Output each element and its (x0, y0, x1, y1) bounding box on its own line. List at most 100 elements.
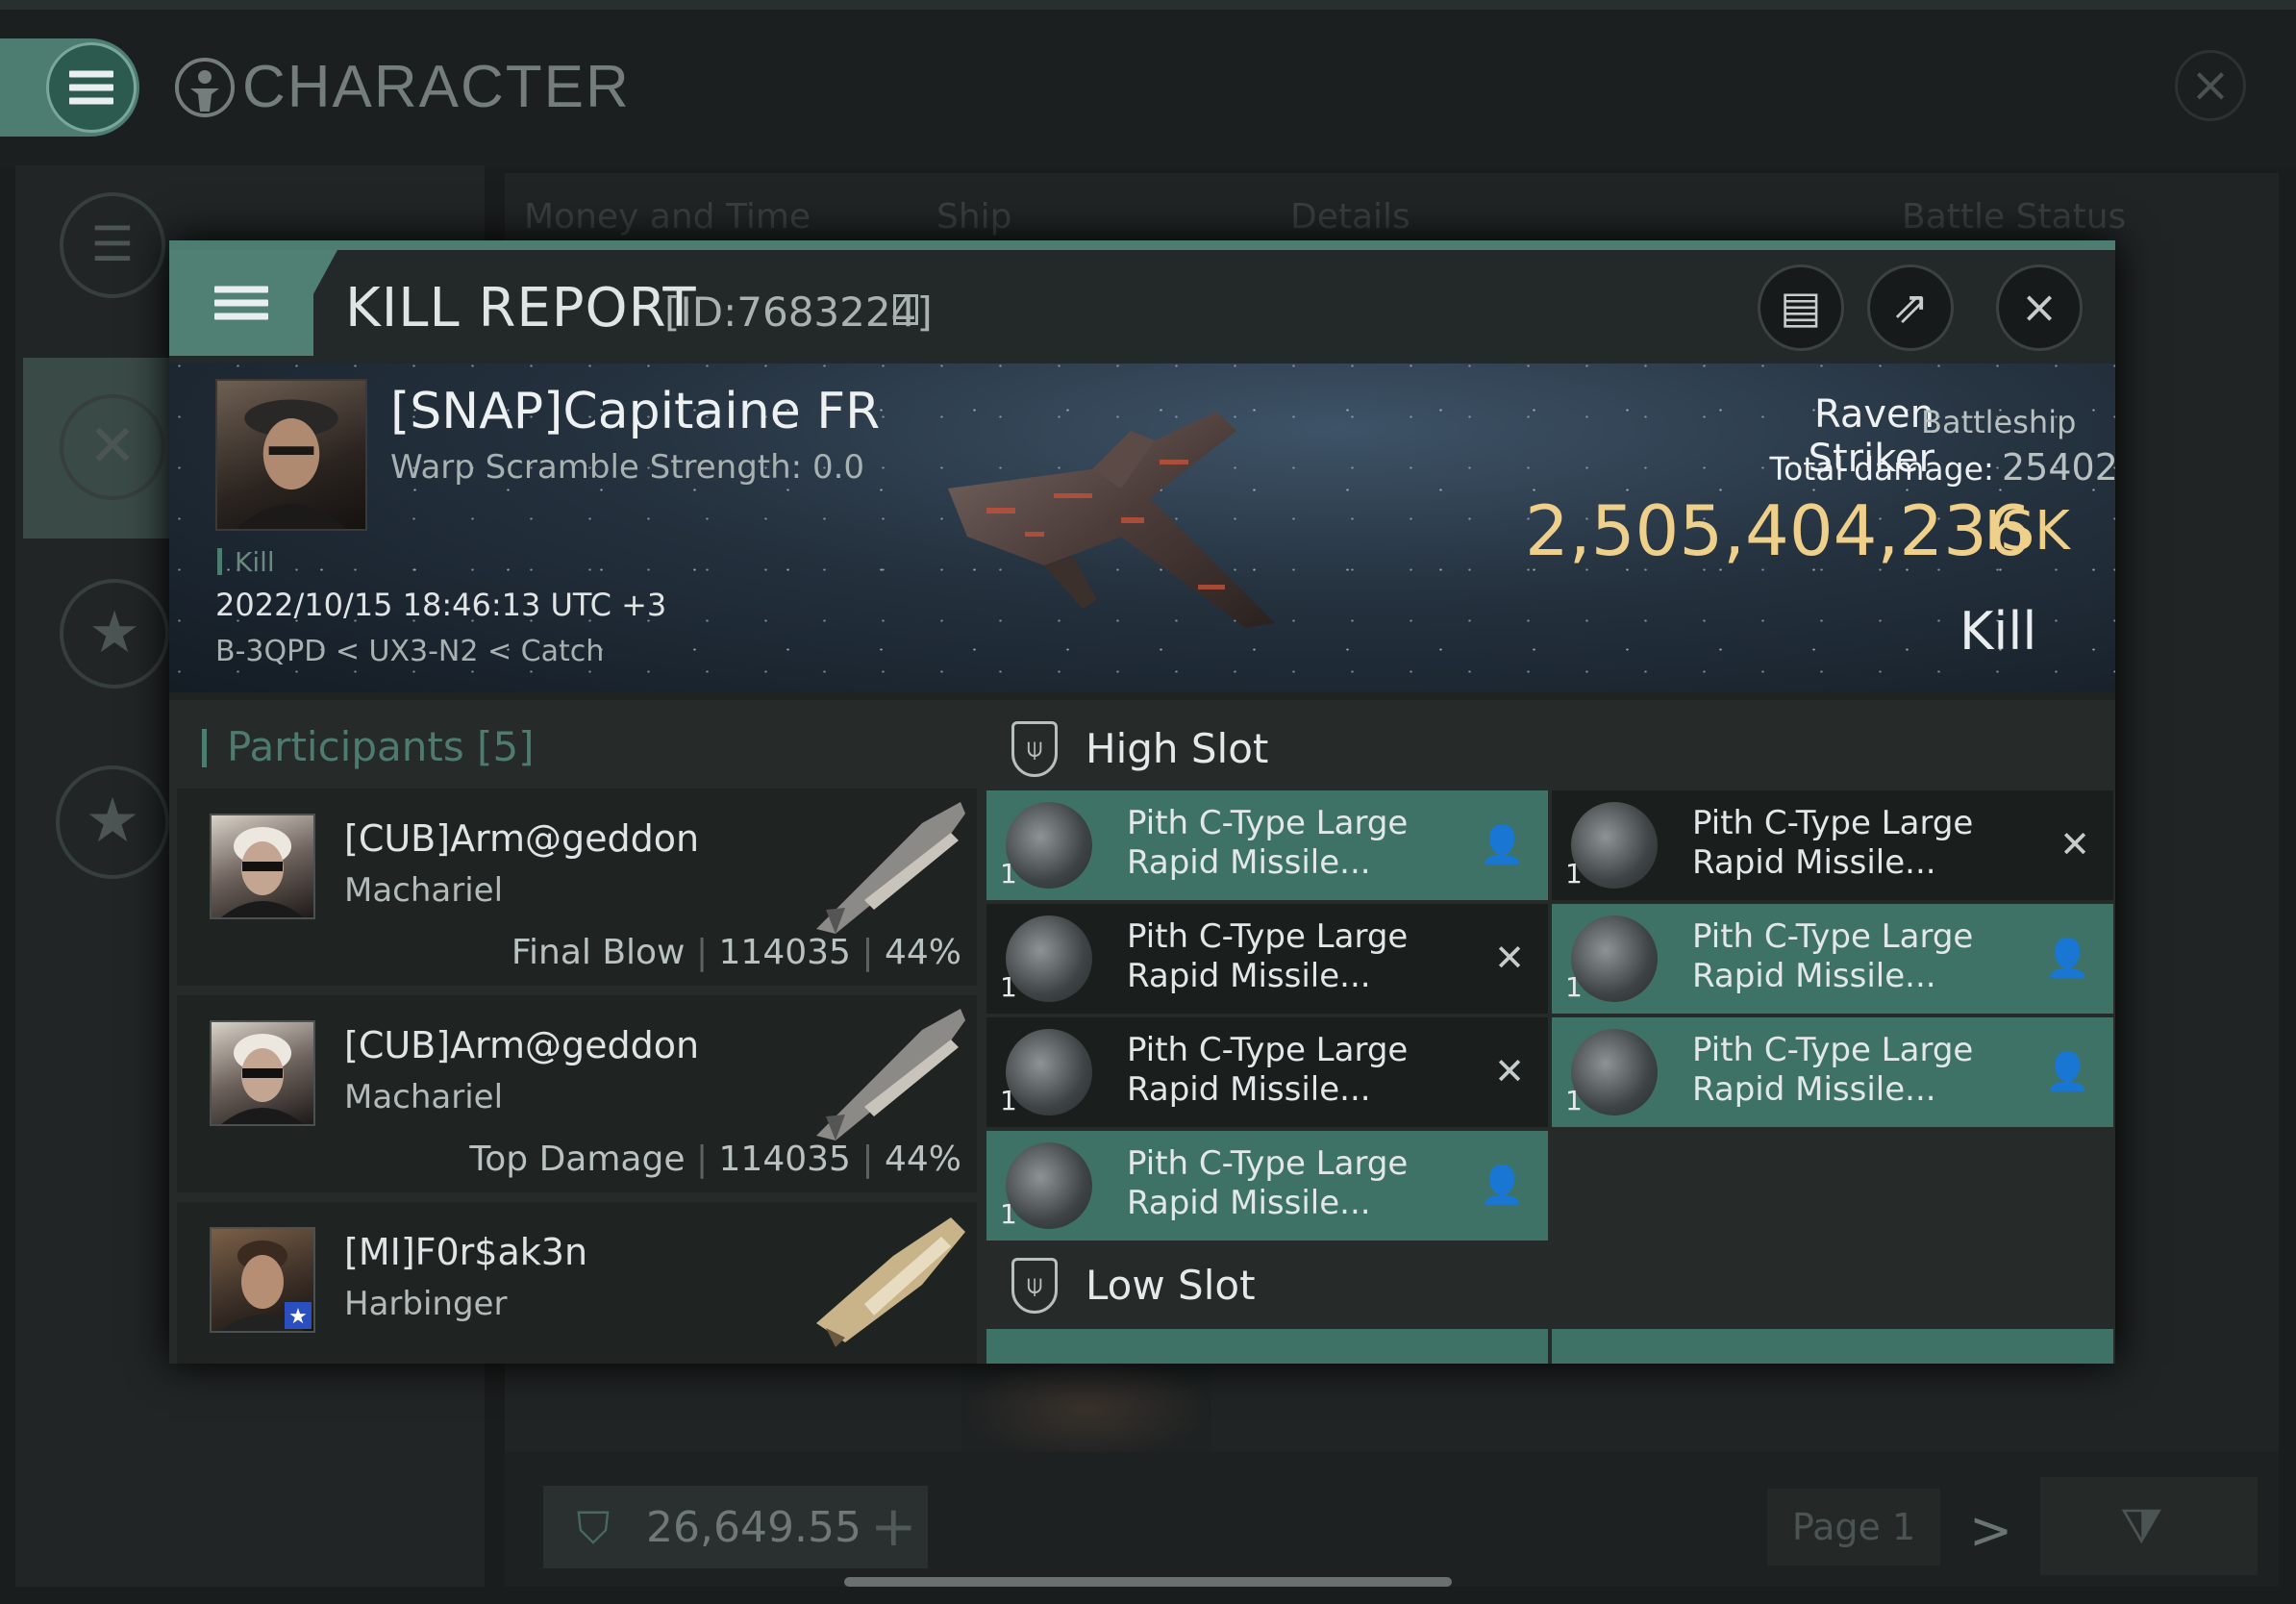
clipboard-icon: ▤ (1780, 281, 1822, 333)
participant-ship-image (816, 1217, 965, 1347)
module-name: Pith C-Type Large Rapid Missile... (1127, 1031, 1409, 1109)
participant-name: [MI]F0r$ak3n (344, 1231, 588, 1273)
isk-value: 2,505,404,236 (1525, 490, 2032, 571)
participants-title: Participants [5] (227, 723, 535, 770)
warp-scramble-strength: Warp Scramble Strength: 0.0 (390, 448, 865, 487)
participant-avatar: ★ (210, 1227, 315, 1333)
participant-ship-image (816, 1009, 965, 1140)
module-name: Pith C-Type Large Rapid Missile... (1127, 804, 1409, 882)
missile-launcher-icon (1006, 1142, 1092, 1229)
page-indicator: Page 1 (1767, 1489, 1940, 1566)
high-slot-label: High Slot (1086, 725, 1269, 772)
module-quantity: 1 (1000, 1198, 1017, 1230)
tab-ship[interactable]: Ship (936, 197, 1012, 237)
module-quantity: 1 (1565, 1085, 1583, 1116)
kill-report-id: [ID:7683224] (664, 288, 933, 336)
clipboard-button[interactable]: ▤ (1758, 264, 1844, 351)
top-strip (0, 0, 2296, 10)
main-menu-button[interactable] (46, 42, 137, 133)
module-quantity: 1 (1000, 971, 1017, 1003)
module-item[interactable]: 1 Pith C-Type Large Rapid Missile... 👤 (986, 790, 1548, 900)
person-icon: 👤 (1479, 1164, 1525, 1206)
star-wreath-icon[interactable]: ★ (56, 765, 169, 879)
page-title: CHARACTER (242, 54, 631, 120)
tab-money-and-time[interactable]: Money and Time (524, 197, 811, 237)
participants-title-bar (202, 729, 207, 767)
star-badge-icon[interactable]: ★ (60, 579, 169, 689)
participant-stats: Top Damage | 114035 | 44% (469, 1140, 961, 1179)
wallet-amount: 26,649.55 (646, 1503, 861, 1552)
x-icon: ✕ (2059, 823, 2090, 865)
copy-id-icon[interactable] (893, 294, 918, 325)
isk-unit: ISK (1984, 500, 2070, 563)
close-icon[interactable]: × (2175, 50, 2246, 121)
participant-damage: 114035 (718, 933, 851, 972)
module-quantity: 1 (1565, 971, 1583, 1003)
participant-role: Final Blow (511, 933, 686, 972)
participant-row[interactable]: ★ [MI]F0r$ak3n Harbinger (177, 1202, 977, 1364)
close-icon: × (2020, 281, 2059, 333)
module-name: Pith C-Type Large Rapid Missile... (1692, 1031, 1974, 1109)
module-item[interactable] (986, 1329, 1548, 1364)
module-name: Pith C-Type Large Rapid Missile... (1692, 917, 1974, 995)
list-icon[interactable]: ☰ (60, 192, 165, 298)
horizontal-scrollbar[interactable] (844, 1577, 1452, 1587)
module-quantity: 1 (1565, 858, 1583, 890)
low-slot-label: Low Slot (1086, 1262, 1256, 1309)
module-item[interactable]: 1 Pith C-Type Large Rapid Missile... ✕ (986, 1017, 1548, 1127)
hamburger-icon (69, 64, 113, 112)
kill-status: Kill (1959, 601, 2037, 662)
person-icon: 👤 (1479, 823, 1525, 865)
missile-launcher-icon (1571, 1029, 1658, 1115)
module-item[interactable]: 1 Pith C-Type Large Rapid Missile... ✕ (986, 904, 1548, 1014)
x-icon: ✕ (1494, 937, 1525, 979)
participant-ship: Machariel (344, 1078, 504, 1116)
participant-avatar (210, 814, 315, 919)
participant-damage-pct: 44% (884, 1140, 961, 1179)
total-damage-value: 254027 (2002, 446, 2115, 489)
participant-ship-image (816, 802, 965, 934)
header-slant (280, 250, 337, 356)
kill-report-title: KILL REPORT (345, 277, 697, 339)
total-damage-label: Total damage: (1769, 450, 1994, 488)
participant-name: [CUB]Arm@geddon (344, 1024, 700, 1066)
participant-role: Top Damage (469, 1140, 686, 1179)
person-icon: 👤 (2044, 1050, 2090, 1092)
module-item[interactable]: 1 Pith C-Type Large Rapid Missile... 👤 (1552, 1017, 2113, 1127)
module-item[interactable]: 1 Pith C-Type Large Rapid Missile... 👤 (986, 1131, 1548, 1241)
close-button[interactable]: × (1996, 264, 2083, 351)
kill-tag-bar (217, 548, 222, 575)
module-item[interactable] (1552, 1329, 2113, 1364)
wallet-icon: ⛉ (576, 1502, 611, 1554)
missile-launcher-icon (1006, 802, 1092, 889)
participant-row[interactable]: [CUB]Arm@geddon Machariel Final Blow | 1… (177, 789, 977, 986)
tab-battle-status[interactable]: Battle Status (1902, 197, 2126, 237)
victim-name[interactable]: [SNAP]Capitaine FR (390, 383, 880, 440)
add-funds-button[interactable]: + (870, 1493, 917, 1559)
module-item[interactable]: 1 Pith C-Type Large Rapid Missile... ✕ (1552, 790, 2113, 900)
participant-row[interactable]: [CUB]Arm@geddon Machariel Top Damage | 1… (177, 995, 977, 1192)
victim-portrait[interactable] (215, 379, 367, 531)
character-icon (175, 58, 235, 117)
low-slot-icon: ⍦ (1011, 1258, 1058, 1314)
modal-accent-line (169, 240, 2115, 250)
next-page-button[interactable]: > (1969, 1500, 2012, 1561)
swords-icon[interactable]: ✕ (60, 394, 165, 500)
module-name: Pith C-Type Large Rapid Missile... (1127, 917, 1409, 995)
module-name: Pith C-Type Large Rapid Missile... (1692, 804, 1974, 882)
kill-location[interactable]: B-3QPD < UX3-N2 < Catch (215, 635, 604, 668)
filter-icon: ⧩ (2120, 1498, 2163, 1554)
missile-launcher-icon (1571, 915, 1658, 1002)
share-button[interactable]: ⇗ (1867, 264, 1954, 351)
participant-ship: Machariel (344, 871, 504, 910)
participant-stats: Final Blow | 114035 | 44% (511, 933, 961, 972)
background-wreck-image (961, 1356, 1211, 1462)
tab-details[interactable]: Details (1290, 197, 1410, 237)
missile-launcher-icon (1006, 915, 1092, 1002)
participant-damage-pct: 44% (884, 933, 961, 972)
module-item[interactable]: 1 Pith C-Type Large Rapid Missile... 👤 (1552, 904, 2113, 1014)
missile-launcher-icon (1006, 1029, 1092, 1115)
kill-tag: Kill (235, 546, 275, 578)
participant-damage: 114035 (718, 1140, 851, 1179)
share-icon: ⇗ (1891, 281, 1930, 333)
